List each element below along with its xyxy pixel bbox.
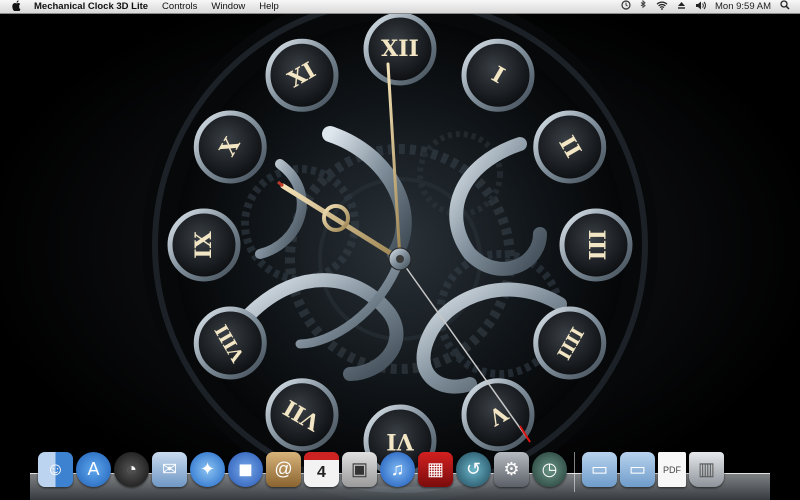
dock-separator xyxy=(574,452,575,492)
address-book-icon[interactable]: @ xyxy=(266,452,301,487)
numeral-ix: IX xyxy=(167,208,241,282)
menubar-clock[interactable]: Mon 9:59 AM xyxy=(715,0,771,14)
spotlight-search-icon[interactable] xyxy=(780,0,790,14)
wifi-icon[interactable] xyxy=(656,0,668,14)
mechanical-clock-face[interactable]: XIIIIIIIIIIIIVVIVIIVIIIIXXXI xyxy=(0,14,800,500)
trash-icon[interactable]: ▥ xyxy=(689,452,724,487)
menu-bar: Mechanical Clock 3D Lite Controls Window… xyxy=(0,0,800,14)
help-menu[interactable]: Help xyxy=(252,0,286,14)
numeral-xi: XI xyxy=(265,38,339,112)
center-pin xyxy=(396,255,404,263)
numeral-iiii: IIII xyxy=(533,306,607,380)
dock-items: ☺ A ◔ ✉ ✦ ◼ @ 4 ▣ ♫ ▦ ↺ ⚙ ◷ ▭ ▭ PDF ▥ xyxy=(38,447,724,500)
safari-icon[interactable]: ✦ xyxy=(190,452,225,487)
svg-text:XII: XII xyxy=(381,36,419,62)
dashboard-icon[interactable]: ◔ xyxy=(114,452,149,487)
applications-folder-icon[interactable]: ▭ xyxy=(582,452,617,487)
numeral-x: X xyxy=(193,110,267,184)
mail-icon[interactable]: ✉ xyxy=(152,452,187,487)
numeral-iii: III xyxy=(559,208,633,282)
calendar-day: 4 xyxy=(317,463,326,481)
numeral-v: V xyxy=(461,378,535,452)
ical-icon[interactable]: 4 xyxy=(304,452,339,487)
itunes-icon[interactable]: ♫ xyxy=(380,452,415,487)
numeral-xii: XII xyxy=(363,14,437,86)
pdf-document-icon[interactable]: PDF xyxy=(658,452,686,487)
svg-text:IX: IX xyxy=(191,230,217,258)
numeral-vii: VII xyxy=(265,378,339,452)
svg-text:III: III xyxy=(583,230,609,261)
time-machine-status-icon[interactable] xyxy=(621,0,631,14)
volume-icon[interactable] xyxy=(695,0,706,14)
documents-folder-icon[interactable]: ▭ xyxy=(620,452,655,487)
finder-icon[interactable]: ☺ xyxy=(38,452,73,487)
app-store-icon[interactable]: A xyxy=(76,452,111,487)
app-menu[interactable]: Mechanical Clock 3D Lite xyxy=(34,0,155,14)
window-menu[interactable]: Window xyxy=(204,0,252,14)
bluetooth-icon[interactable] xyxy=(640,0,647,14)
preview-icon[interactable]: ▣ xyxy=(342,452,377,487)
numeral-ii: II xyxy=(533,110,607,184)
numeral-i: I xyxy=(461,38,535,112)
clock-window[interactable]: XII I II III IIII V VI VII VIII IX X XI xyxy=(0,14,800,500)
facetime-icon[interactable]: ◼ xyxy=(228,452,263,487)
apple-menu-icon[interactable] xyxy=(10,0,24,14)
numeral-viii: VIII xyxy=(193,306,267,380)
mechanical-clock-icon[interactable]: ◷ xyxy=(532,452,567,487)
eject-icon[interactable] xyxy=(677,0,686,14)
system-preferences-icon[interactable]: ⚙ xyxy=(494,452,529,487)
photo-booth-icon[interactable]: ▦ xyxy=(418,452,453,487)
controls-menu[interactable]: Controls xyxy=(155,0,204,14)
dock: ☺ A ◔ ✉ ✦ ◼ @ 4 ▣ ♫ ▦ ↺ ⚙ ◷ ▭ ▭ PDF ▥ xyxy=(30,447,770,500)
time-machine-icon[interactable]: ↺ xyxy=(456,452,491,487)
